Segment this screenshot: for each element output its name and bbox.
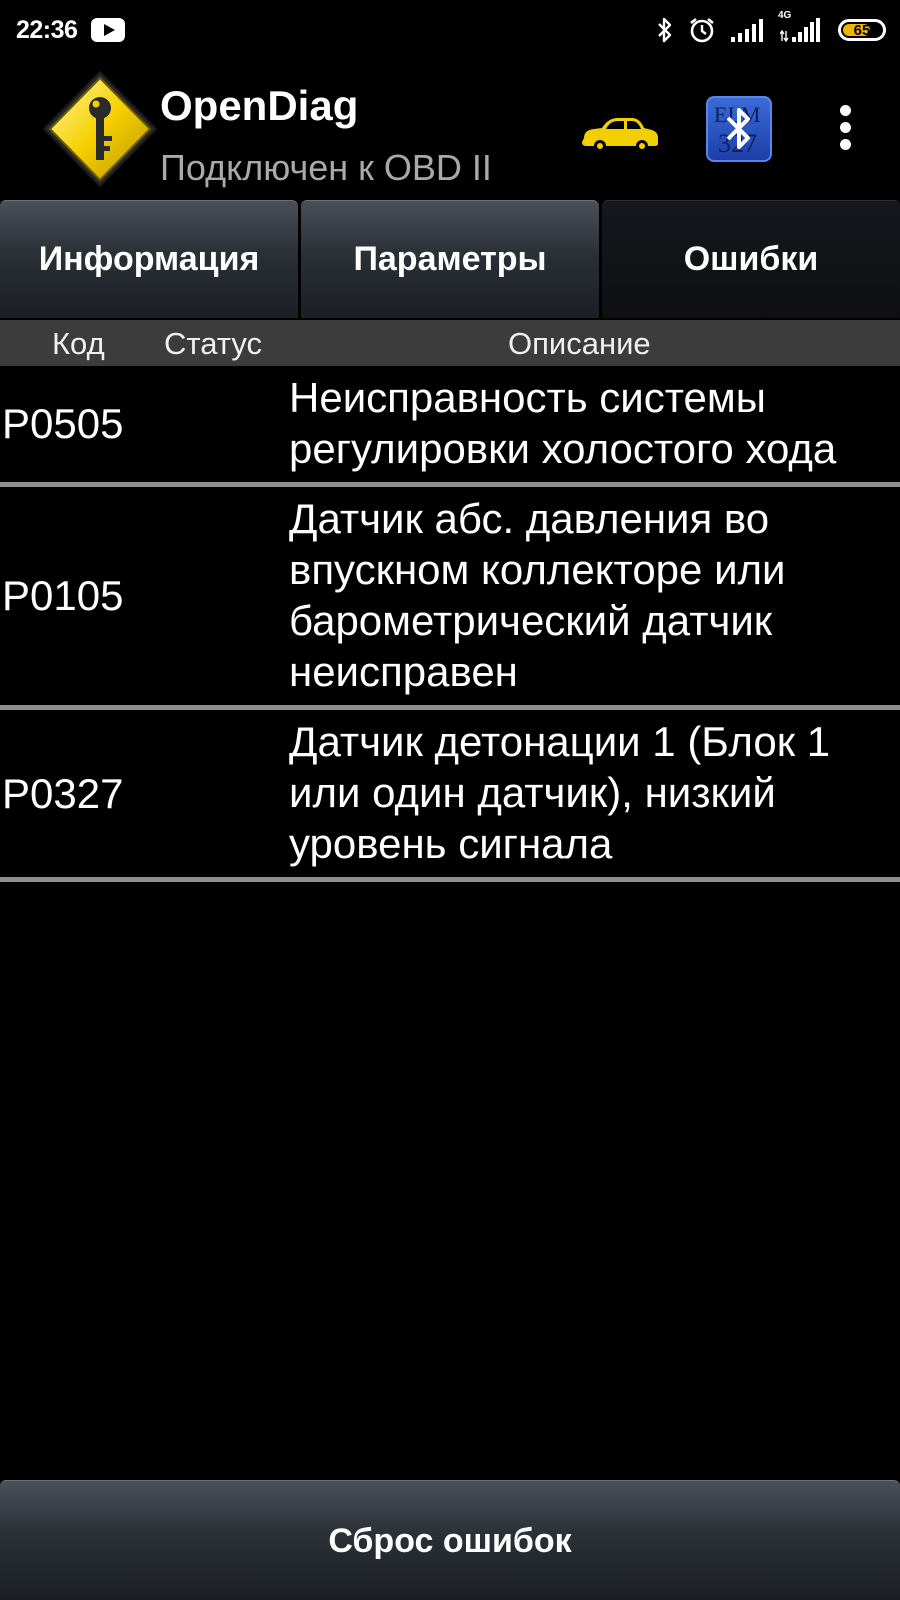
screen: 22:36 4G 65 OpenDiag Подключен к OBD II … bbox=[0, 0, 900, 1600]
error-description: Датчик абс. давления во впускном коллект… bbox=[289, 495, 786, 695]
battery-level: 65 bbox=[853, 21, 871, 39]
tab-errors[interactable]: Ошибки bbox=[602, 200, 900, 318]
table-row[interactable]: P0105 Датчик абс. давления во впускном к… bbox=[0, 487, 900, 710]
signal-4g-icon: 4G bbox=[778, 10, 824, 43]
signal-4g-label: 4G bbox=[778, 10, 792, 21]
error-list: P0505 Неисправность системы регулировки … bbox=[0, 366, 900, 882]
error-description: Неисправность системы регулировки холост… bbox=[289, 374, 837, 472]
reset-errors-button[interactable]: Сброс ошибок bbox=[0, 1480, 900, 1600]
menu-dot bbox=[839, 122, 851, 133]
alarm-icon bbox=[688, 16, 716, 44]
car-icon[interactable] bbox=[580, 108, 660, 158]
bluetooth-elm327-icon[interactable]: ELM 327 bbox=[706, 96, 772, 162]
menu-dot bbox=[839, 105, 851, 116]
status-bar-left: 22:36 bbox=[0, 15, 126, 45]
app-title: OpenDiag bbox=[160, 82, 359, 129]
error-code: P0105 bbox=[2, 572, 124, 619]
app-header: OpenDiag Подключен к OBD II ELM 327 bbox=[0, 60, 900, 198]
tab-information[interactable]: Информация bbox=[0, 200, 298, 318]
tab-bar: Информация Параметры Ошибки bbox=[0, 200, 900, 318]
table-header: Код Статус Описание bbox=[0, 320, 900, 366]
status-bar-right: 4G 65 bbox=[656, 10, 900, 44]
menu-dot bbox=[839, 139, 851, 150]
more-vert-icon[interactable] bbox=[830, 105, 860, 155]
error-description: Датчик детонации 1 (Блок 1 или один датч… bbox=[289, 718, 831, 867]
bluetooth-icon bbox=[656, 16, 674, 44]
youtube-icon bbox=[91, 18, 126, 42]
error-code: P0327 bbox=[2, 769, 124, 817]
connection-status: Подключен к OBD II bbox=[160, 147, 492, 188]
signal-icon bbox=[730, 17, 766, 43]
error-code: P0505 bbox=[2, 400, 124, 447]
tab-parameters[interactable]: Параметры bbox=[301, 200, 599, 318]
column-header-status: Статус bbox=[164, 326, 262, 361]
key-warning-icon bbox=[40, 68, 160, 190]
status-time: 22:36 bbox=[16, 15, 78, 44]
battery-icon: 65 bbox=[838, 19, 886, 41]
column-header-code: Код bbox=[52, 326, 105, 361]
table-row[interactable]: P0505 Неисправность системы регулировки … bbox=[0, 366, 900, 487]
status-bar: 22:36 4G 65 bbox=[0, 0, 900, 60]
table-row[interactable]: P0327 Датчик детонации 1 (Блок 1 или оди… bbox=[0, 710, 900, 882]
column-header-description: Описание bbox=[508, 326, 651, 361]
